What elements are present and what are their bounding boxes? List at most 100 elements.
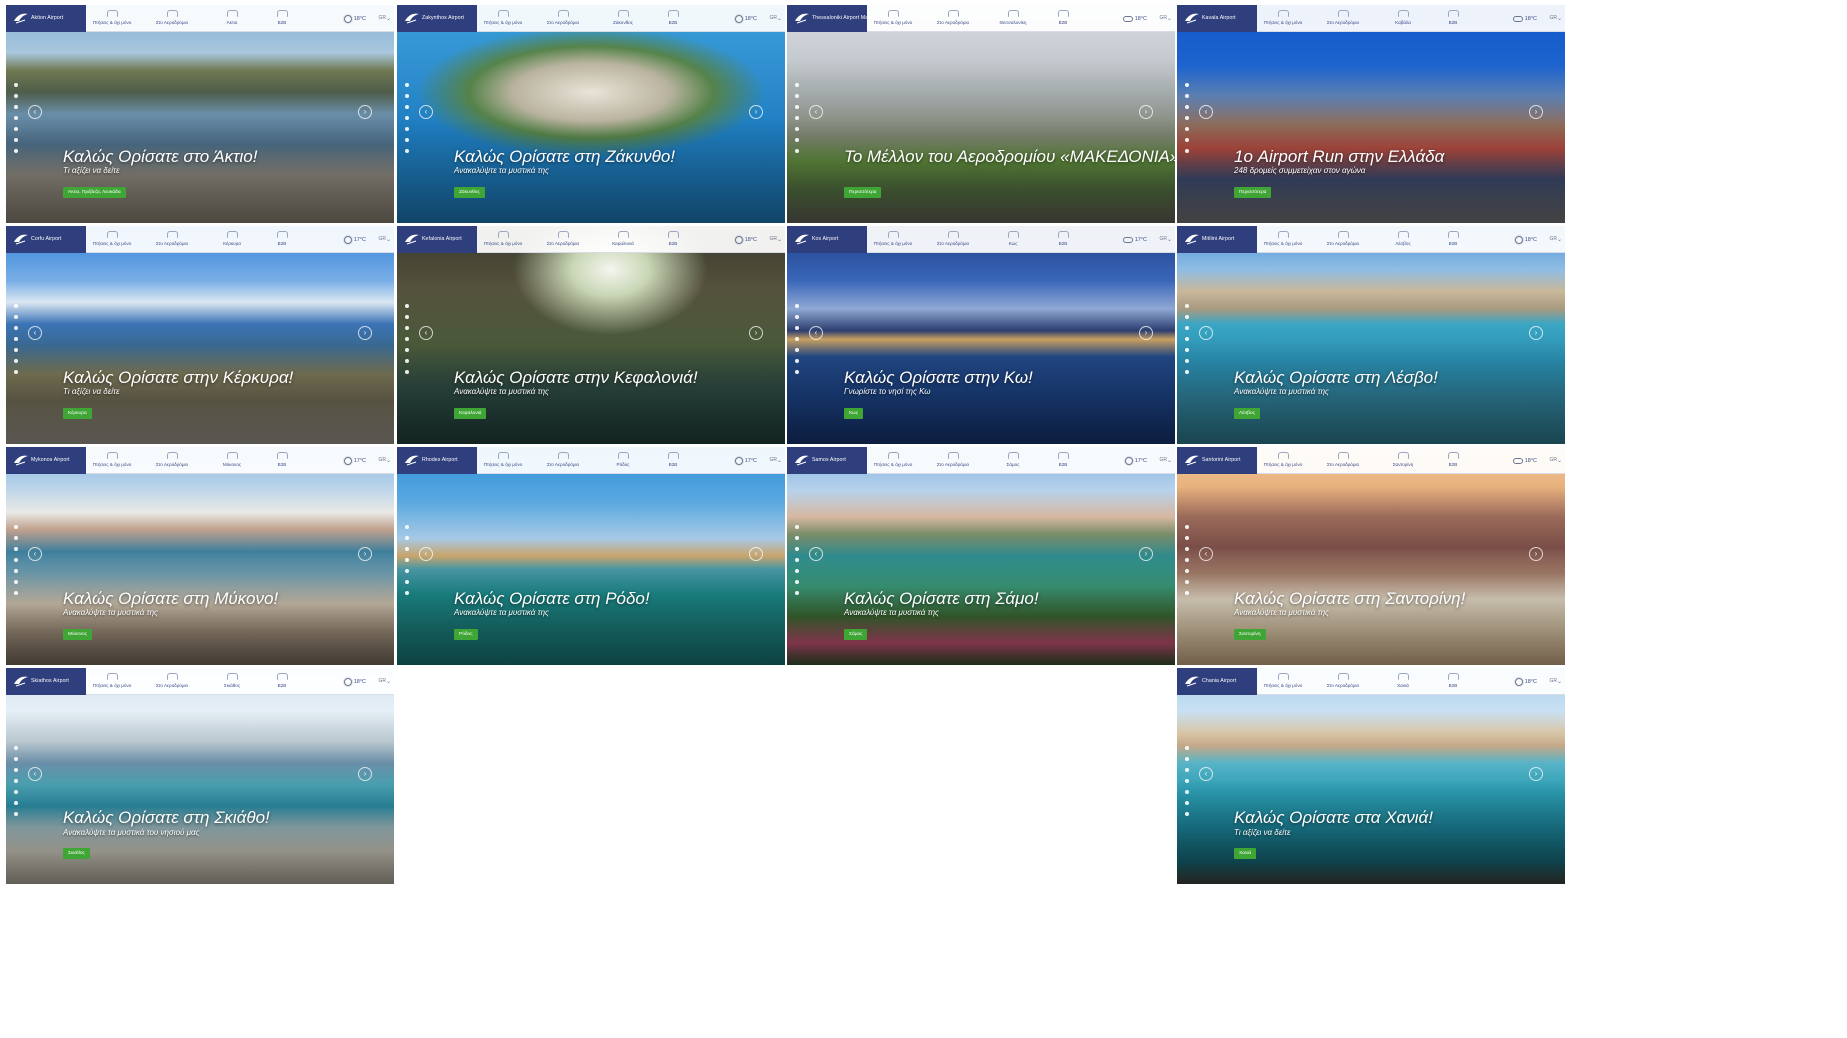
weather-widget[interactable]: 17°C — [734, 455, 757, 467]
slider-dot[interactable] — [14, 767, 18, 772]
slider-dot[interactable] — [795, 315, 799, 320]
weather-widget[interactable]: 17°C — [343, 234, 366, 246]
slider-dot[interactable] — [14, 591, 18, 596]
airport-logo[interactable]: Thessaloniki Airport Makedonia — [787, 5, 887, 32]
language-switcher[interactable]: GR — [379, 236, 387, 242]
slider-dot[interactable] — [1185, 116, 1189, 121]
slider-dot[interactable] — [795, 149, 799, 154]
slider-dot[interactable] — [405, 580, 409, 585]
language-switcher[interactable]: GR — [770, 15, 778, 21]
nav-b2b[interactable]: B2B — [1032, 231, 1094, 249]
nav-b2b[interactable]: B2B — [642, 452, 704, 470]
nav-b2b[interactable]: B2B — [1422, 673, 1484, 691]
language-switcher[interactable]: GR — [770, 236, 778, 242]
slider-dot[interactable] — [405, 370, 409, 375]
slider-dot[interactable] — [14, 789, 18, 794]
weather-widget[interactable]: 17°C — [343, 455, 366, 467]
slider-dot[interactable] — [1185, 580, 1189, 585]
language-switcher[interactable]: GR — [379, 678, 387, 684]
slider-dot[interactable] — [1185, 811, 1189, 816]
nav-flights[interactable]: Πτήσεις & όχι μόνο — [1252, 10, 1314, 28]
slider-dot[interactable] — [795, 547, 799, 552]
slider-dot[interactable] — [14, 348, 18, 353]
language-switcher[interactable]: GR — [1550, 15, 1558, 21]
slider-dot[interactable] — [405, 547, 409, 552]
nav-flights[interactable]: Πτήσεις & όχι μόνο — [472, 452, 534, 470]
nav-flights[interactable]: Πτήσεις & όχι μόνο — [81, 452, 143, 470]
nav-at-airport[interactable]: Στο Αεροδρόμιο — [141, 231, 203, 249]
slider-dot[interactable] — [795, 105, 799, 110]
slider-dot[interactable] — [405, 149, 409, 154]
slider-dot[interactable] — [14, 370, 18, 375]
hero-tag-button[interactable]: Κέρκυρα — [63, 408, 92, 420]
nav-flights[interactable]: Πτήσεις & όχι μόνο — [1252, 231, 1314, 249]
nav-at-airport[interactable]: Στο Αεροδρόμιο — [1312, 673, 1374, 691]
slider-dot[interactable] — [14, 116, 18, 121]
nav-b2b[interactable]: B2B — [1422, 452, 1484, 470]
slider-dot[interactable] — [14, 149, 18, 154]
nav-at-airport[interactable]: Στο Αεροδρόμιο — [532, 231, 594, 249]
nav-flights[interactable]: Πτήσεις & όχι μόνο — [472, 10, 534, 28]
language-switcher[interactable]: GR — [379, 457, 387, 463]
weather-widget[interactable]: 18°C — [1122, 13, 1147, 25]
slider-dot[interactable] — [405, 105, 409, 110]
chevron-down-icon[interactable]: ⌄ — [386, 678, 391, 685]
slider-dot[interactable] — [795, 326, 799, 331]
airport-logo[interactable]: Chania Airport — [1177, 668, 1257, 695]
airport-logo[interactable]: Santorini Airport — [1177, 447, 1257, 474]
nav-b2b[interactable]: B2B — [251, 231, 313, 249]
slider-dot[interactable] — [795, 359, 799, 364]
slider-dot[interactable] — [405, 304, 409, 309]
slider-dot[interactable] — [795, 337, 799, 342]
slider-dot[interactable] — [14, 359, 18, 364]
slider-dot[interactable] — [405, 83, 409, 88]
slider-dot[interactable] — [14, 756, 18, 761]
language-switcher[interactable]: GR — [379, 15, 387, 21]
slider-dot[interactable] — [14, 811, 18, 816]
chevron-down-icon[interactable]: ⌄ — [1167, 15, 1172, 22]
chevron-down-icon[interactable]: ⌄ — [777, 15, 782, 22]
slider-dot[interactable] — [1185, 767, 1189, 772]
weather-widget[interactable]: 17°C — [1124, 455, 1147, 467]
slider-dot[interactable] — [795, 558, 799, 563]
nav-at-airport[interactable]: Στο Αεροδρόμιο — [532, 452, 594, 470]
slider-dot[interactable] — [1185, 778, 1189, 783]
language-switcher[interactable]: GR — [1160, 15, 1168, 21]
weather-widget[interactable]: 18°C — [734, 234, 757, 246]
hero-tag-button[interactable]: Περισσότερα — [1234, 187, 1272, 199]
slider-dot[interactable] — [795, 580, 799, 585]
language-switcher[interactable]: GR — [1550, 678, 1558, 684]
slider-dot[interactable] — [405, 536, 409, 541]
slider-dot[interactable] — [1185, 745, 1189, 750]
slider-dot[interactable] — [14, 536, 18, 541]
weather-widget[interactable]: 18°C — [1512, 13, 1537, 25]
slider-dot[interactable] — [14, 745, 18, 750]
hero-tag-button[interactable]: Σάμος — [844, 629, 868, 641]
nav-b2b[interactable]: B2B — [1422, 10, 1484, 28]
slider-dot[interactable] — [1185, 127, 1189, 132]
slider-dot[interactable] — [405, 558, 409, 563]
slider-dot[interactable] — [14, 315, 18, 320]
nav-at-airport[interactable]: Στο Αεροδρόμιο — [922, 10, 984, 28]
hero-tag-button[interactable]: Σκιάθος — [63, 848, 90, 860]
slider-dot[interactable] — [14, 580, 18, 585]
slider-dot[interactable] — [1185, 304, 1189, 309]
language-switcher[interactable]: GR — [1160, 236, 1168, 242]
slider-dot[interactable] — [405, 326, 409, 331]
slider-dot[interactable] — [795, 138, 799, 143]
slider-dot[interactable] — [1185, 105, 1189, 110]
hero-tag-button[interactable]: Ρόδος — [454, 629, 478, 641]
hero-tag-button[interactable]: Χανιά — [1234, 848, 1257, 860]
slider-dot[interactable] — [14, 547, 18, 552]
slider-dot[interactable] — [405, 569, 409, 574]
nav-at-airport[interactable]: Στο Αεροδρόμιο — [141, 10, 203, 28]
language-switcher[interactable]: GR — [770, 457, 778, 463]
slider-dot[interactable] — [405, 337, 409, 342]
nav-at-airport[interactable]: Στο Αεροδρόμιο — [141, 452, 203, 470]
hero-tag-button[interactable]: Μύκονος — [63, 629, 93, 641]
slider-dot[interactable] — [795, 569, 799, 574]
slider-dot[interactable] — [1185, 591, 1189, 596]
slider-dot[interactable] — [1185, 326, 1189, 331]
chevron-down-icon[interactable]: ⌄ — [386, 15, 391, 22]
slider-dot[interactable] — [14, 569, 18, 574]
